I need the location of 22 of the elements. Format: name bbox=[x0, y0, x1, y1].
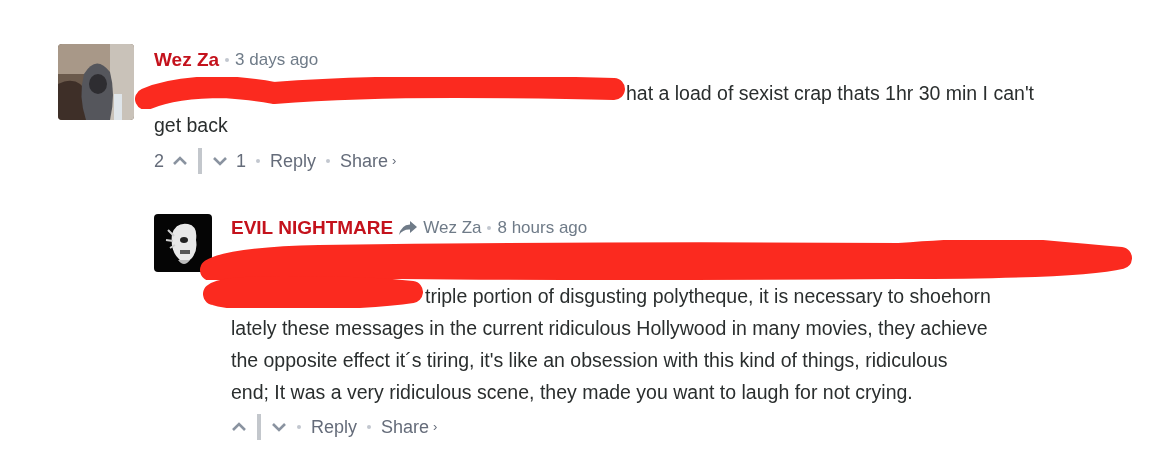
comment-text: the opposite effect it´s tiring, it's like an obsession with this kind of things, ridiculous bbox=[231, 348, 948, 373]
share-link[interactable]: Share › bbox=[381, 413, 438, 441]
comment-text: triple portion of disgusting polytheque, it is necessary to shoehorn bbox=[425, 284, 991, 309]
upvote-icon[interactable] bbox=[231, 422, 247, 432]
downvote-icon[interactable] bbox=[271, 422, 287, 432]
timestamp[interactable]: 8 hours ago bbox=[497, 215, 588, 241]
downvote-count: 1 bbox=[236, 149, 247, 173]
comment-text: hat a load of sexist crap thats 1hr 30 min I can't bbox=[626, 81, 1035, 106]
comment-text: end; It was a very ridiculous scene, they made you want to laugh for not crying. bbox=[231, 380, 913, 405]
author-name[interactable]: Wez Za bbox=[154, 45, 220, 75]
comment-text: get back bbox=[154, 113, 228, 138]
downvote-icon[interactable] bbox=[212, 156, 228, 166]
comment-text: lately these messages in the current ridiculous Hollywood in many movies, they achieve bbox=[231, 316, 988, 341]
reply-arrow-icon bbox=[399, 221, 418, 235]
reply-link[interactable]: Reply bbox=[270, 147, 317, 175]
timestamp[interactable]: 3 days ago bbox=[235, 47, 319, 73]
reply-link[interactable]: Reply bbox=[311, 413, 358, 441]
share-link[interactable]: Share › bbox=[340, 147, 397, 175]
reply-to-name[interactable]: Wez Za bbox=[423, 215, 482, 241]
author-name[interactable]: EVIL NIGHTMARE bbox=[231, 213, 394, 243]
upvote-icon[interactable] bbox=[172, 156, 188, 166]
upvote-count: 2 bbox=[154, 149, 164, 173]
